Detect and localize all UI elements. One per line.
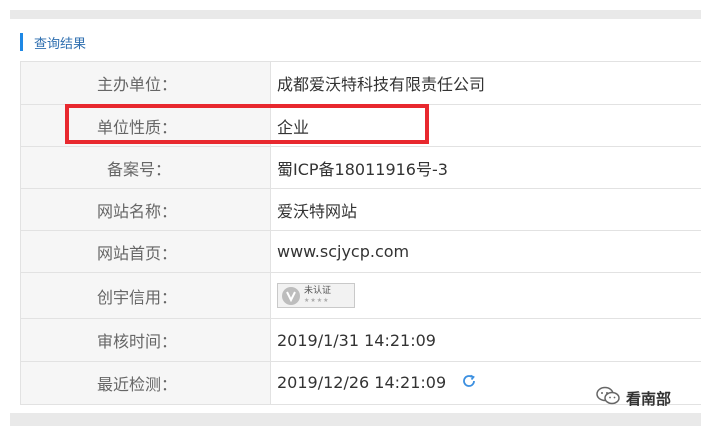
watermark: 看南部 [596,386,671,410]
section-title: 查询结果 [34,36,87,52]
value-homepage[interactable]: www.scjycp.com [270,230,701,273]
watermark-text: 看南部 [626,389,672,408]
bottom-divider [10,413,701,426]
section-header: 查询结果 [20,33,87,52]
label-sponsor: 主办单位： [20,61,271,105]
table-row: 审核时间： 2019/1/31 14:21:09 [20,318,701,362]
table-row: 创宇信用： 未认证 ★★★★ [20,272,701,319]
table-row: 主办单位： 成都爱沃特科技有限责任公司 [20,61,701,105]
table-row: 备案号： 蜀ICP备18011916号-3 [20,146,701,189]
label-homepage: 网站首页： [20,230,271,273]
label-audit-time: 审核时间： [20,318,271,362]
label-last-check: 最近检测： [20,361,271,405]
refresh-icon[interactable] [461,373,477,393]
value-credit: 未认证 ★★★★ [270,272,701,319]
credit-status: 未认证 [304,286,332,296]
v-shield-icon [282,286,300,305]
value-audit-time: 2019/1/31 14:21:09 [270,318,701,362]
value-icp-number: 蜀ICP备18011916号-3 [270,146,701,189]
section-accent-bar [20,33,23,51]
highlight-box [65,104,429,144]
table-row: 网站首页： www.scjycp.com [20,230,701,273]
label-credit: 创宇信用： [20,272,271,319]
value-last-check: 2019/12/26 14:21:09 [277,372,447,392]
table-row: 网站名称： 爱沃特网站 [20,188,701,231]
credit-badge[interactable]: 未认证 ★★★★ [277,283,355,308]
value-sponsor: 成都爱沃特科技有限责任公司 [270,61,701,105]
label-site-name: 网站名称： [20,188,271,231]
value-site-name: 爱沃特网站 [270,188,701,231]
top-divider [10,10,701,19]
label-icp-number: 备案号： [20,146,271,189]
wechat-icon [596,386,620,410]
credit-stars: ★★★★ [304,297,330,304]
